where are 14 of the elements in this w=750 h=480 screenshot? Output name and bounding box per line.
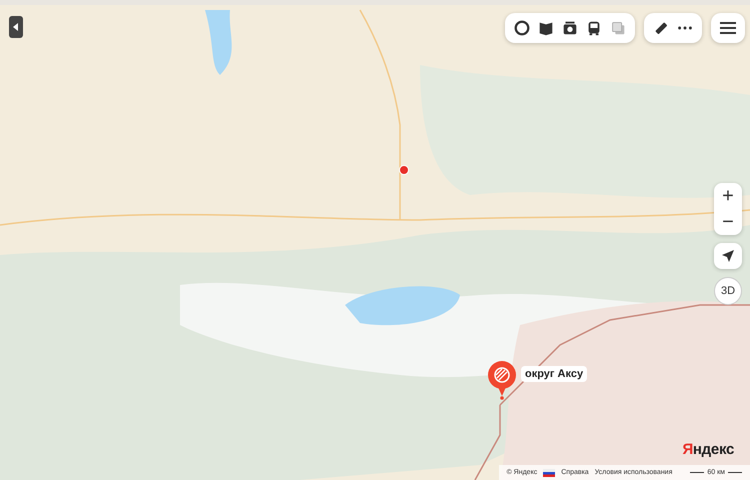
place-label: округ Аксу bbox=[521, 366, 588, 382]
arrow-icon bbox=[721, 249, 735, 263]
camera-icon[interactable] bbox=[561, 19, 579, 37]
caret-icon bbox=[13, 23, 19, 31]
menu-icon bbox=[720, 21, 736, 35]
zoom-in-button[interactable]: + bbox=[714, 183, 742, 209]
circle-icon[interactable] bbox=[513, 19, 531, 37]
menu-button[interactable] bbox=[711, 13, 745, 43]
collapse-button[interactable] bbox=[9, 16, 23, 38]
location-button[interactable] bbox=[714, 243, 742, 269]
flag-icon bbox=[543, 468, 556, 476]
zoom-out-button[interactable]: − bbox=[714, 209, 742, 235]
map-pin-icon bbox=[487, 360, 517, 400]
logo: Яндекс bbox=[682, 441, 734, 458]
